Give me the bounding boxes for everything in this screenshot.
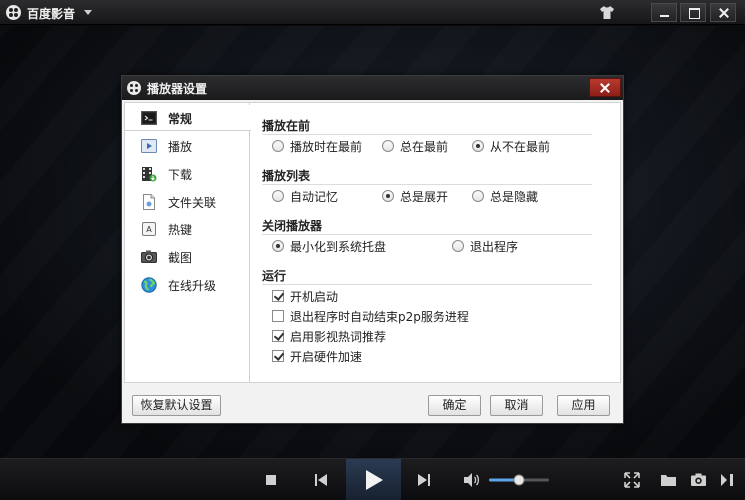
section-title-close-player: 关闭播放器 xyxy=(262,219,323,233)
option-label: 启用影视热词推荐 xyxy=(290,329,387,344)
option-label: 开机启动 xyxy=(290,289,339,304)
cancel-button[interactable]: 取消 xyxy=(490,395,543,416)
radio-button[interactable] xyxy=(272,190,284,202)
section-divider xyxy=(262,184,592,185)
option-label: 从不在最前 xyxy=(490,139,551,154)
settings-content: 播放在前 播放时在最前 总在最前 从不在最前 播放列表 自动记忆 总是展开 总是… xyxy=(260,103,620,382)
play-icon xyxy=(141,139,157,153)
radio-always-on-top[interactable]: 总在最前 xyxy=(382,138,448,154)
app-title: 百度影音 xyxy=(27,7,76,21)
radio-playlist-auto-remember[interactable]: 自动记忆 xyxy=(272,188,338,204)
radio-button[interactable] xyxy=(472,190,484,202)
sidebar-item-label: 在线升级 xyxy=(168,279,217,293)
checkbox-hardware-acceleration[interactable]: 开启硬件加速 xyxy=(272,348,362,364)
folder-icon[interactable] xyxy=(660,473,677,487)
sidebar-item-general[interactable]: 常规 xyxy=(125,105,251,131)
app-logo-icon xyxy=(6,5,21,20)
checkbox[interactable] xyxy=(272,310,284,322)
option-label: 退出程序时自动结束p2p服务进程 xyxy=(290,309,469,324)
radio-button-selected[interactable] xyxy=(272,240,284,252)
dialog-close-button[interactable] xyxy=(589,78,621,97)
option-label: 最小化到系统托盘 xyxy=(290,239,387,254)
file-icon xyxy=(143,194,155,210)
sidebar-item-label: 常规 xyxy=(168,112,193,126)
sidebar-item-label: 播放 xyxy=(168,140,193,154)
maximize-button[interactable] xyxy=(680,3,706,22)
section-title-playlist: 播放列表 xyxy=(262,169,311,183)
terminal-icon xyxy=(141,111,157,125)
settings-dialog: 播放器设置 常规 播放 下载 文件关联 A 热键 截图 在线升级 播放在前 播放… xyxy=(121,75,624,424)
dialog-title-bar[interactable]: 播放器设置 xyxy=(122,76,623,100)
dialog-logo-icon xyxy=(127,81,141,95)
hotkey-icon: A xyxy=(142,222,156,236)
next-icon[interactable] xyxy=(416,472,432,488)
minimize-button[interactable] xyxy=(651,3,677,22)
radio-minimize-to-tray[interactable]: 最小化到系统托盘 xyxy=(272,238,386,254)
sidebar-item-download[interactable]: 下载 xyxy=(125,161,251,187)
option-label: 总在最前 xyxy=(400,139,449,154)
sidebar-item-label: 热键 xyxy=(168,223,193,237)
option-label: 退出程序 xyxy=(470,239,519,254)
toggle-playlist-icon[interactable] xyxy=(719,472,735,488)
fullscreen-icon[interactable] xyxy=(624,472,640,488)
previous-icon[interactable] xyxy=(313,472,329,488)
settings-sidebar: 常规 播放 下载 文件关联 A 热键 截图 在线升级 xyxy=(125,103,251,382)
globe-icon xyxy=(141,277,157,293)
section-divider xyxy=(262,134,592,135)
download-film-icon xyxy=(142,167,157,182)
volume-slider[interactable] xyxy=(488,473,552,487)
apply-button[interactable]: 应用 xyxy=(557,395,610,416)
radio-button-selected[interactable] xyxy=(472,140,484,152)
sidebar-item-file-association[interactable]: 文件关联 xyxy=(125,189,251,215)
stop-icon[interactable] xyxy=(265,474,277,486)
skin-shirt-icon[interactable] xyxy=(600,6,614,19)
checkbox-checked[interactable] xyxy=(272,330,284,342)
checkbox-start-on-boot[interactable]: 开机启动 xyxy=(272,288,338,304)
sidebar-item-label: 文件关联 xyxy=(168,196,217,210)
checkbox-end-p2p-service[interactable]: 退出程序时自动结束p2p服务进程 xyxy=(272,308,469,324)
sidebar-item-label: 下载 xyxy=(168,168,193,182)
radio-button[interactable] xyxy=(452,240,464,252)
app-title-bar: 百度影音 xyxy=(0,0,745,25)
radio-on-top-while-playing[interactable]: 播放时在最前 xyxy=(272,138,362,154)
radio-exit-program[interactable]: 退出程序 xyxy=(452,238,518,254)
close-button[interactable] xyxy=(710,3,736,22)
ok-button[interactable]: 确定 xyxy=(428,395,481,416)
sidebar-item-playback[interactable]: 播放 xyxy=(125,133,251,159)
camera-icon xyxy=(141,250,157,263)
radio-playlist-always-hide[interactable]: 总是隐藏 xyxy=(472,188,538,204)
checkbox-checked[interactable] xyxy=(272,350,284,362)
screenshot-camera-icon[interactable] xyxy=(690,472,707,487)
radio-playlist-always-expand[interactable]: 总是展开 xyxy=(382,188,448,204)
radio-button[interactable] xyxy=(382,140,394,152)
radio-button-selected[interactable] xyxy=(382,190,394,202)
sidebar-item-hotkey[interactable]: A 热键 xyxy=(125,216,251,242)
radio-button[interactable] xyxy=(272,140,284,152)
checkbox-hot-word-recommend[interactable]: 启用影视热词推荐 xyxy=(272,328,386,344)
radio-never-on-top[interactable]: 从不在最前 xyxy=(472,138,550,154)
sidebar-item-label: 截图 xyxy=(168,251,193,265)
restore-defaults-button[interactable]: 恢复默认设置 xyxy=(132,395,221,416)
section-title-run: 运行 xyxy=(262,269,287,283)
svg-text:A: A xyxy=(146,225,152,234)
volume-slider-knob xyxy=(513,474,525,486)
checkbox-checked[interactable] xyxy=(272,290,284,302)
play-icon xyxy=(366,470,383,490)
section-divider xyxy=(262,234,592,235)
dialog-title: 播放器设置 xyxy=(147,82,208,96)
dialog-body: 常规 播放 下载 文件关联 A 热键 截图 在线升级 播放在前 播放时在最前 总… xyxy=(124,102,621,383)
play-button[interactable] xyxy=(346,459,401,500)
sidebar-item-online-update[interactable]: 在线升级 xyxy=(125,272,251,298)
section-title-on-top: 播放在前 xyxy=(262,119,311,133)
volume-icon[interactable] xyxy=(463,472,481,488)
option-label: 开启硬件加速 xyxy=(290,349,363,364)
sidebar-item-screenshot[interactable]: 截图 xyxy=(125,244,251,270)
option-label: 总是展开 xyxy=(400,189,449,204)
option-label: 总是隐藏 xyxy=(490,189,539,204)
option-label: 播放时在最前 xyxy=(290,139,363,154)
playback-control-bar xyxy=(0,458,745,500)
section-divider xyxy=(262,284,592,285)
app-menu-dropdown-icon[interactable] xyxy=(84,10,92,15)
option-label: 自动记忆 xyxy=(290,189,339,204)
